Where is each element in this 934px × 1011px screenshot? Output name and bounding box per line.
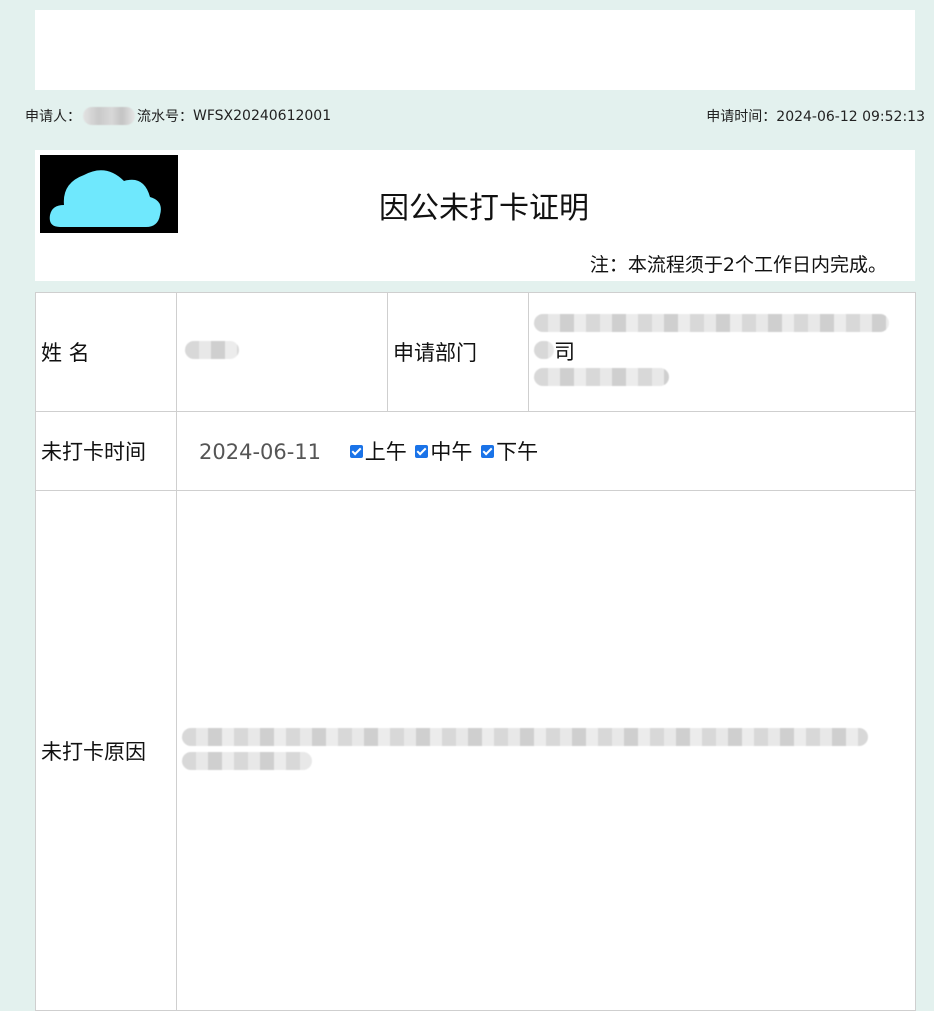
department-value[interactable]: 司 <box>528 292 916 412</box>
serial-value: WFSX20240612001 <box>193 108 332 124</box>
name-row: 姓 名 申请部门 司 <box>35 292 916 412</box>
noon-checkbox[interactable] <box>415 444 429 458</box>
reason-label: 未打卡原因 <box>35 490 177 1011</box>
afternoon-checkbox[interactable] <box>481 444 495 458</box>
missed-time-label: 未打卡时间 <box>35 411 177 491</box>
serial-label: 流水号： <box>137 109 193 125</box>
missed-time-row: 未打卡时间 2024-06-11 上午 中午 下午 <box>35 411 916 491</box>
name-label: 姓 名 <box>35 292 177 412</box>
department-line1-redacted <box>534 313 889 332</box>
department-label: 申请部门 <box>387 292 529 412</box>
missed-date[interactable]: 2024-06-11 <box>199 440 321 464</box>
missed-time-value: 2024-06-11 上午 中午 下午 <box>176 411 916 491</box>
form-header: 因公未打卡证明 注：本流程须于2个工作日内完成。 <box>35 150 915 281</box>
department-line3-redacted <box>534 367 669 386</box>
morning-label: 上午 <box>364 440 407 464</box>
apply-time-label: 申请时间： <box>706 109 777 125</box>
reason-line1-redacted <box>182 727 868 746</box>
morning-checkbox[interactable] <box>349 444 363 458</box>
name-value-redacted <box>185 341 239 359</box>
name-value[interactable] <box>176 292 388 412</box>
department-line2-redacted <box>534 340 554 359</box>
reason-value[interactable] <box>176 490 916 1011</box>
noon-label: 中午 <box>430 440 473 464</box>
apply-time: 申请时间：2024-06-12 09:52:13 <box>706 106 925 126</box>
applicant-value-redacted <box>83 107 135 125</box>
afternoon-label: 下午 <box>496 440 539 464</box>
form-table: 姓 名 申请部门 司 未打卡时间 2024-06-11 上午 中午 下午 未打卡… <box>35 292 916 1011</box>
apply-time-value: 2024-06-12 09:52:13 <box>776 109 925 125</box>
meta-bar: 申请人： 流水号： WFSX20240612001 申请时间：2024-06-1… <box>25 106 925 126</box>
reason-line2-redacted <box>182 751 312 770</box>
applicant-label: 申请人： <box>25 109 81 125</box>
reason-row: 未打卡原因 <box>35 490 916 1011</box>
form-title: 因公未打卡证明 <box>379 191 589 226</box>
form-note: 注：本流程须于2个工作日内完成。 <box>589 254 887 276</box>
department-partial-text: 司 <box>554 339 575 364</box>
top-banner <box>35 10 915 90</box>
